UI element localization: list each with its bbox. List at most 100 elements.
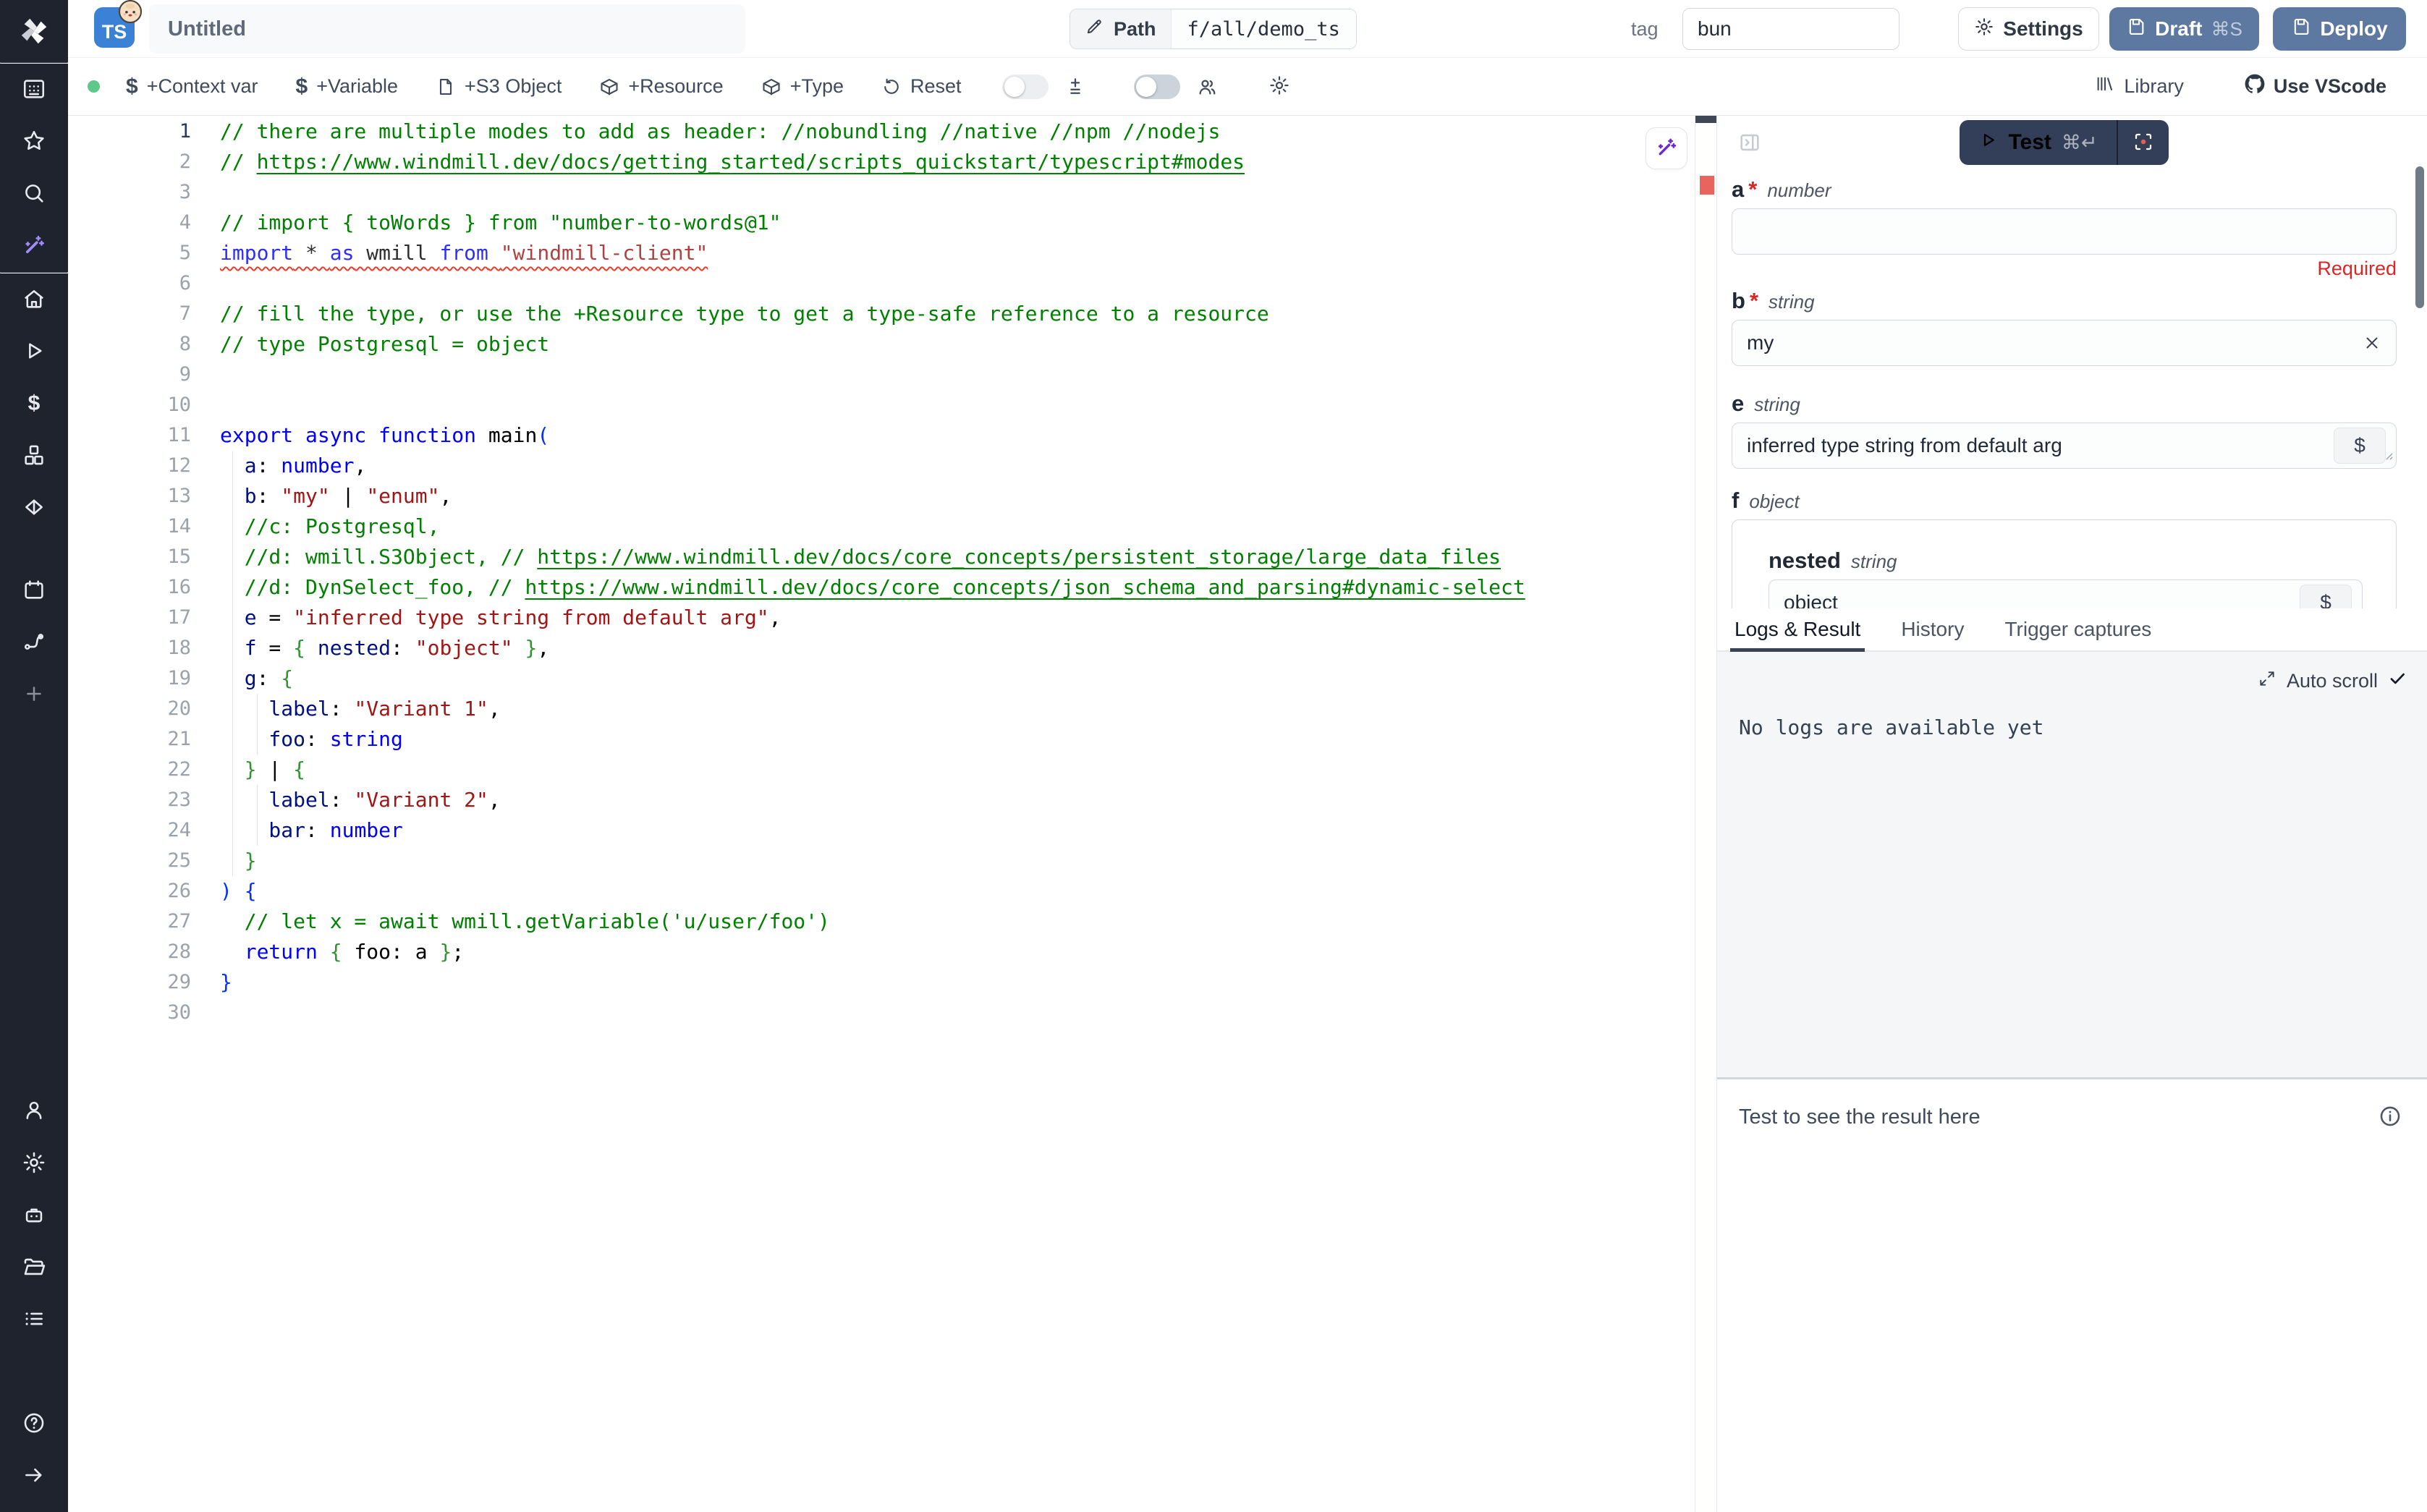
code-editor[interactable]: 1234567891011121314151617181920212223242…: [68, 116, 1716, 1512]
info-icon[interactable]: [2378, 1104, 2402, 1132]
diff-toggle[interactable]: [1002, 75, 1049, 99]
path-button[interactable]: Path f/all/demo_ts: [1070, 9, 1357, 49]
code-line[interactable]: //d: wmill.S3Object, // https://www.wind…: [220, 542, 1525, 572]
sidebar-item-home[interactable]: [0, 273, 68, 326]
code-line[interactable]: // fill the type, or use the +Resource t…: [220, 299, 1525, 329]
sidebar-item-prism[interactable]: [0, 482, 68, 534]
sidebar-item-route[interactable]: [0, 616, 68, 668]
variable-button[interactable]: $+Variable: [296, 75, 399, 98]
line-number: 16: [68, 572, 191, 603]
code-line[interactable]: [220, 390, 1525, 420]
reset-button[interactable]: Reset: [881, 75, 962, 98]
sidebar-item-play[interactable]: [0, 326, 68, 378]
required-star: *: [1748, 177, 1757, 203]
code-line[interactable]: b: "my" | "enum",: [220, 481, 1525, 511]
sidebar-item-calendar[interactable]: [0, 564, 68, 616]
tab-history[interactable]: History: [1901, 608, 1964, 650]
type-button[interactable]: +Type: [761, 75, 844, 98]
sidebar-item-arrow-right[interactable]: [0, 1450, 68, 1502]
code-line[interactable]: // import { toWords } from "number-to-wo…: [220, 208, 1525, 238]
code-line[interactable]: foo: string: [220, 724, 1525, 755]
sidebar-item-robot[interactable]: [0, 1189, 68, 1241]
code-line[interactable]: export async function main(: [220, 420, 1525, 451]
gear-icon: [1268, 75, 1290, 98]
code-line[interactable]: import * as wmill from "windmill-client": [220, 238, 1525, 268]
overview-ruler[interactable]: [1695, 116, 1716, 1512]
context-var-button[interactable]: $+Context var: [126, 75, 258, 98]
code-line[interactable]: [220, 360, 1525, 390]
draft-button[interactable]: Draft ⌘S: [2109, 7, 2259, 51]
code-line[interactable]: }: [220, 967, 1525, 998]
resize-handle[interactable]: [2383, 443, 2394, 467]
resize-handle[interactable]: [2349, 600, 2360, 608]
editor-settings-button[interactable]: [1268, 75, 1290, 98]
code-line[interactable]: [220, 998, 1525, 1028]
code-line[interactable]: //d: DynSelect_foo, // https://www.windm…: [220, 572, 1525, 603]
bun-face-icon: [117, 0, 143, 25]
expand-icon[interactable]: [2258, 669, 2276, 693]
auto-scroll-label[interactable]: Auto scroll: [2287, 670, 2378, 692]
resource-button[interactable]: +Resource: [599, 75, 723, 98]
windmill-logo-icon[interactable]: [0, 0, 68, 62]
code-line[interactable]: ) {: [220, 876, 1525, 906]
check-icon[interactable]: [2388, 669, 2407, 693]
capture-button[interactable]: [2118, 120, 2169, 165]
scrollbar-thumb[interactable]: [1695, 116, 1716, 123]
insert-variable-button[interactable]: $: [2300, 585, 2352, 608]
code-line[interactable]: g: {: [220, 663, 1525, 694]
code-line[interactable]: f = { nested: "object" },: [220, 633, 1525, 663]
insert-variable-button[interactable]: $: [2334, 428, 2386, 464]
sidebar-item-apps[interactable]: [0, 64, 68, 116]
field-a-input[interactable]: [1747, 220, 2381, 243]
sidebar-item-search[interactable]: [0, 168, 68, 220]
sidebar-item-folder[interactable]: [0, 1241, 68, 1294]
clear-icon[interactable]: [2363, 320, 2381, 365]
sidebar-item-gear[interactable]: [0, 1137, 68, 1189]
test-button[interactable]: Test ⌘↵: [1960, 120, 2116, 165]
code-line[interactable]: e = "inferred type string from default a…: [220, 603, 1525, 633]
tab-logs-result[interactable]: Logs & Result: [1735, 608, 1860, 650]
code-line[interactable]: } | {: [220, 755, 1525, 785]
code-line[interactable]: }: [220, 846, 1525, 876]
deploy-button[interactable]: Deploy: [2273, 7, 2406, 51]
form-scrollbar[interactable]: [2415, 166, 2424, 308]
sidebar-item-user[interactable]: [0, 1085, 68, 1137]
field-b-type: string: [1769, 291, 1815, 313]
sidebar-item-boxes[interactable]: [0, 430, 68, 482]
panel-collapse-button[interactable]: [1737, 130, 1762, 157]
line-number: 7: [68, 299, 191, 329]
settings-button[interactable]: Settings: [1958, 7, 2099, 51]
code-line[interactable]: // type Postgresql = object: [220, 329, 1525, 360]
code-line[interactable]: return { foo: a };: [220, 937, 1525, 967]
sidebar-item-dollar[interactable]: $: [0, 378, 68, 430]
sidebar-item-star[interactable]: [0, 116, 68, 168]
tab-trigger-captures[interactable]: Trigger captures: [2004, 608, 2151, 650]
s3-object-button[interactable]: +S3 Object: [436, 75, 562, 98]
code-line[interactable]: // let x = await wmill.getVariable('u/us…: [220, 906, 1525, 937]
code-line[interactable]: label: "Variant 2",: [220, 785, 1525, 815]
code-lines[interactable]: // there are multiple modes to add as he…: [220, 116, 1525, 1028]
field-b-input[interactable]: [1747, 331, 2381, 354]
save-icon: [2126, 17, 2146, 42]
library-button[interactable]: Library: [2095, 74, 2184, 99]
ai-assistant-button[interactable]: [1645, 127, 1687, 169]
tag-input[interactable]: [1682, 8, 1899, 50]
use-vscode-button[interactable]: Use VScode: [2245, 74, 2386, 99]
code-line[interactable]: bar: number: [220, 815, 1525, 846]
field-e-input[interactable]: [1747, 434, 2381, 457]
sidebar-item-plus[interactable]: [0, 668, 68, 721]
script-title-input[interactable]: Untitled: [149, 4, 745, 54]
field-nested-input[interactable]: [1784, 591, 2347, 608]
calendar-icon: [22, 577, 46, 604]
code-line[interactable]: a: number,: [220, 451, 1525, 481]
code-line[interactable]: // https://www.windmill.dev/docs/getting…: [220, 147, 1525, 177]
code-line[interactable]: [220, 268, 1525, 299]
code-line[interactable]: [220, 177, 1525, 208]
code-line[interactable]: //c: Postgresql,: [220, 511, 1525, 542]
code-line[interactable]: label: "Variant 1",: [220, 694, 1525, 724]
sidebar-item-help[interactable]: [0, 1398, 68, 1450]
code-line[interactable]: // there are multiple modes to add as he…: [220, 116, 1525, 147]
sidebar-item-list[interactable]: [0, 1294, 68, 1346]
sidebar-item-magic-wand[interactable]: [0, 220, 68, 272]
multiplayer-toggle[interactable]: [1134, 75, 1180, 99]
